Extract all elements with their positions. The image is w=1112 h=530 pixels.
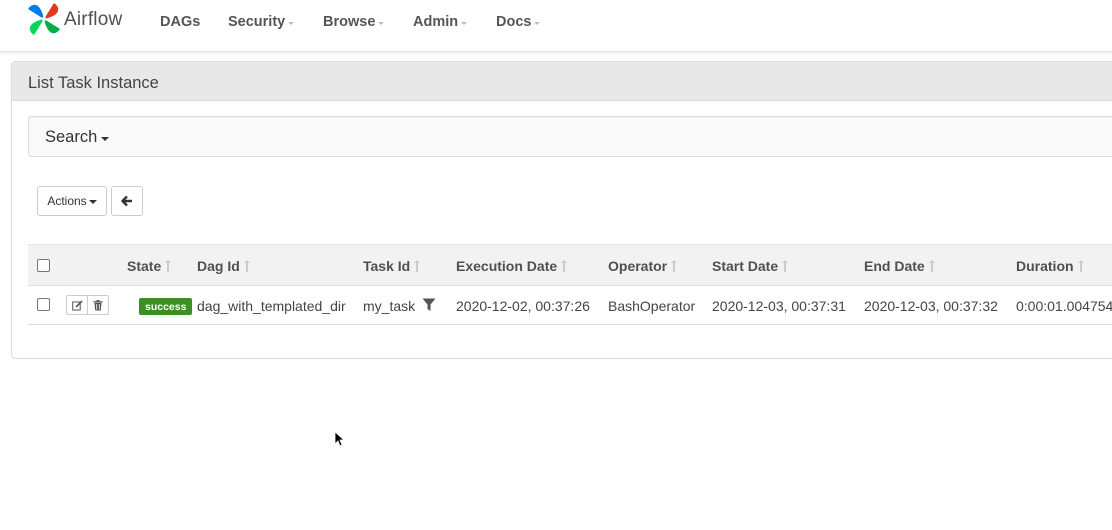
panel-title: List Task Instance bbox=[12, 62, 1112, 101]
edit-icon bbox=[71, 299, 83, 310]
column-label[interactable]: Dag Id bbox=[197, 258, 240, 274]
nav-security-label[interactable]: Security bbox=[228, 14, 285, 30]
search-label[interactable]: Search bbox=[45, 128, 97, 147]
mouse-pointer-icon bbox=[334, 431, 344, 447]
table-header: State Dag Id Task Id Execution Date Oper… bbox=[28, 244, 1112, 285]
chevron-down-icon bbox=[101, 136, 110, 141]
chevron-down-icon bbox=[288, 21, 295, 25]
sort-icon[interactable] bbox=[1077, 259, 1084, 273]
sort-icon[interactable] bbox=[671, 259, 678, 273]
delete-record-button[interactable] bbox=[87, 295, 109, 315]
nav-security[interactable]: Security bbox=[228, 12, 295, 32]
table-row: success dag_with_templated_dir my_task 2… bbox=[28, 285, 1112, 325]
task-instance-panel: List Task Instance Search Actions State … bbox=[11, 61, 1112, 359]
status-badge[interactable]: success bbox=[139, 298, 193, 315]
brand-logo-link[interactable]: Airflow bbox=[26, 1, 122, 37]
arrow-left-icon bbox=[121, 195, 132, 207]
column-label[interactable]: End Date bbox=[864, 258, 925, 274]
sort-icon[interactable] bbox=[414, 259, 421, 273]
sort-icon[interactable] bbox=[928, 259, 935, 273]
cell-end-date: 2020-12-03, 00:37:32 bbox=[864, 298, 998, 314]
column-header-operator[interactable]: Operator bbox=[608, 258, 678, 274]
chevron-down-icon bbox=[88, 200, 97, 204]
top-navbar: Airflow DAGs Security Browse Admin Docs bbox=[0, 0, 1112, 52]
column-label[interactable]: Operator bbox=[608, 258, 667, 274]
sort-icon[interactable] bbox=[561, 259, 568, 273]
nav-browse[interactable]: Browse bbox=[323, 12, 385, 32]
chevron-down-icon bbox=[378, 21, 385, 25]
cell-operator: BashOperator bbox=[608, 298, 696, 314]
cell-duration: 0:00:01.004754 bbox=[1016, 298, 1112, 314]
search-widget: Search bbox=[28, 116, 1112, 157]
trash-icon bbox=[93, 299, 103, 310]
column-label[interactable]: Task Id bbox=[363, 258, 410, 274]
cell-dag-id[interactable]: dag_with_templated_dir bbox=[197, 298, 346, 314]
brand-name[interactable]: Airflow bbox=[64, 9, 122, 31]
back-button[interactable] bbox=[111, 186, 143, 216]
filter-icon[interactable] bbox=[422, 298, 436, 317]
cell-task-id[interactable]: my_task bbox=[363, 298, 415, 314]
chevron-down-icon bbox=[461, 21, 468, 25]
column-header-end-date[interactable]: End Date bbox=[864, 258, 935, 274]
cell-start-date: 2020-12-03, 00:37:31 bbox=[712, 298, 846, 314]
sort-icon[interactable] bbox=[782, 259, 789, 273]
column-label[interactable]: Duration bbox=[1016, 258, 1074, 274]
actions-label[interactable]: Actions bbox=[47, 194, 86, 208]
airflow-pinwheel-icon bbox=[28, 3, 60, 35]
actions-dropdown-button[interactable]: Actions bbox=[37, 186, 107, 216]
nav-docs-label[interactable]: Docs bbox=[496, 14, 531, 30]
sort-icon[interactable] bbox=[243, 259, 250, 273]
sort-icon[interactable] bbox=[165, 259, 172, 273]
nav-dags-label[interactable]: DAGs bbox=[160, 14, 200, 30]
nav-admin[interactable]: Admin bbox=[413, 12, 468, 32]
column-label[interactable]: Start Date bbox=[712, 258, 778, 274]
column-header-start-date[interactable]: Start Date bbox=[712, 258, 789, 274]
nav-dags[interactable]: DAGs bbox=[160, 12, 200, 32]
search-dropdown-toggle[interactable]: Search bbox=[45, 128, 110, 147]
column-label[interactable]: State bbox=[127, 258, 161, 274]
column-label[interactable]: Execution Date bbox=[456, 258, 557, 274]
nav-docs[interactable]: Docs bbox=[496, 12, 541, 32]
column-header-execution-date[interactable]: Execution Date bbox=[456, 258, 568, 274]
select-all-checkbox[interactable] bbox=[37, 259, 50, 272]
column-header-state[interactable]: State bbox=[127, 258, 172, 274]
column-header-duration[interactable]: Duration bbox=[1016, 258, 1084, 274]
nav-admin-label[interactable]: Admin bbox=[413, 14, 458, 30]
column-header-task-id[interactable]: Task Id bbox=[363, 258, 421, 274]
column-header-dag-id[interactable]: Dag Id bbox=[197, 258, 250, 274]
nav-browse-label[interactable]: Browse bbox=[323, 14, 375, 30]
edit-record-button[interactable] bbox=[66, 295, 88, 315]
row-select-checkbox[interactable] bbox=[37, 298, 50, 311]
cell-execution-date[interactable]: 2020-12-02, 00:37:26 bbox=[456, 298, 590, 314]
chevron-down-icon bbox=[534, 21, 541, 25]
